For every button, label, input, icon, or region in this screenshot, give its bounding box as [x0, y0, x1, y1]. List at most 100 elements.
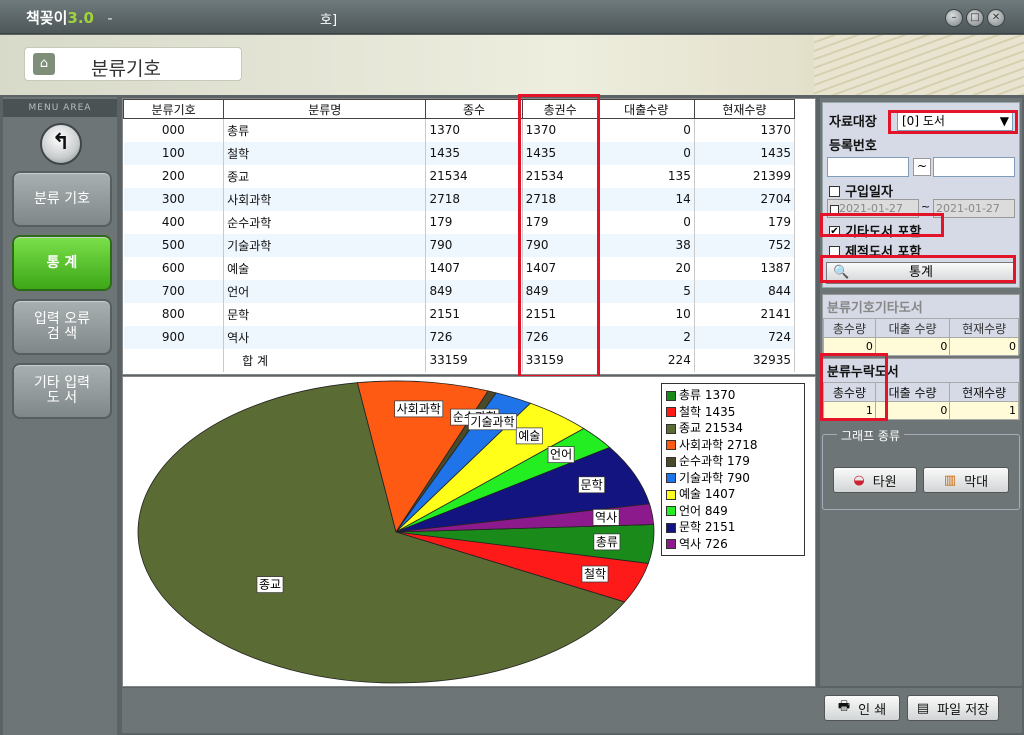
- table-cell: 2: [598, 325, 695, 349]
- maximize-icon[interactable]: □: [966, 9, 984, 27]
- window-title: 호]: [320, 13, 338, 28]
- table-cell: 300: [123, 187, 225, 211]
- save-file-button[interactable]: ▤ 파일 저장: [907, 695, 999, 721]
- table-cell: 종교: [223, 164, 427, 188]
- table-cell: 900: [123, 325, 225, 349]
- table-cell: 800: [123, 302, 225, 326]
- highlight-missing-total: [820, 353, 888, 421]
- sidebar-item-statistics[interactable]: 통 계: [12, 235, 112, 291]
- table-row[interactable]: 100 철학 1435 1435 0 1435: [123, 141, 796, 165]
- legend-label: 순수과학 179: [679, 454, 750, 468]
- table-row[interactable]: 700 언어 849 849 5 844: [123, 279, 796, 303]
- legend-item: 사회과학 2718: [666, 436, 800, 453]
- table-cell: 철학: [223, 141, 427, 165]
- date-to-field[interactable]: 2021-01-27: [933, 199, 1015, 218]
- menu-area-label: MENU AREA: [3, 99, 117, 117]
- page-title-box: ⌂ 분류기호: [24, 47, 242, 81]
- legend-label: 사회과학 2718: [679, 437, 758, 452]
- table-row[interactable]: 800 문학 2151 2151 10 2141: [123, 302, 796, 326]
- table-cell: 38: [598, 233, 695, 257]
- table-cell: 1387: [694, 256, 796, 280]
- column-header[interactable]: 분류명: [223, 99, 427, 119]
- legend-swatch: [666, 456, 676, 467]
- table-row[interactable]: 000 총류 1370 1370 0 1370: [123, 118, 796, 142]
- total-row[interactable]: 합 계 33159 33159 224 32935: [123, 348, 796, 372]
- legend-item: 순수과학 179: [666, 452, 800, 469]
- purchase-date-checkbox-row[interactable]: 구입일자: [829, 181, 893, 200]
- pie-label: 문학: [578, 476, 605, 494]
- legend-swatch: [666, 489, 676, 500]
- pie-label: 철학: [581, 565, 609, 583]
- table-cell: 기술과학: [223, 233, 427, 257]
- column-header[interactable]: 종수: [425, 99, 523, 119]
- bar-graph-button[interactable]: ▥ 막대: [923, 467, 1009, 493]
- registration-from-input[interactable]: [827, 157, 909, 177]
- column-header[interactable]: 현재수량: [693, 99, 796, 119]
- legend-swatch: [666, 539, 676, 549]
- table-cell: 0: [598, 118, 695, 142]
- table-row[interactable]: 600 예술 1407 1407 20 1387: [123, 256, 796, 280]
- svg-text:철학: 철학: [584, 567, 606, 581]
- svg-text:기술과학: 기술과학: [470, 415, 514, 429]
- table-row[interactable]: 500 기술과학 790 790 38 752: [123, 233, 796, 257]
- legend-swatch: [666, 440, 676, 450]
- table-cell: 5: [598, 279, 695, 303]
- bar-chart-icon: ▥: [943, 472, 957, 488]
- sidebar-item-classification[interactable]: 분류 기호: [12, 171, 112, 227]
- print-button[interactable]: 🖶 인 쇄: [824, 695, 900, 721]
- svg-text:사회과학: 사회과학: [397, 402, 441, 416]
- table-cell: 752: [694, 233, 796, 257]
- legend-item: 역사 726: [666, 535, 800, 552]
- column-header[interactable]: 대출수량: [597, 99, 695, 119]
- table-cell: 총류: [223, 118, 427, 142]
- chart-legend: 총류 1370 철학 1435 종교 21534 사회과학 2718 순수과학 179 기…: [661, 383, 805, 556]
- legend-label: 문학 2151: [679, 520, 736, 534]
- table-cell: 14: [598, 187, 695, 211]
- column-header[interactable]: 분류기호: [122, 99, 225, 119]
- table-body: 000 총류 1370 1370 0 1370 100 철학 1435 1435 0 1435 200 종…: [123, 118, 796, 372]
- table-cell: 1435: [425, 141, 523, 165]
- legend-swatch: [666, 423, 676, 434]
- legend-label: 기술과학 790: [679, 470, 750, 485]
- title-bar: 책꽂이3.0 - 호] – □ ✕: [0, 0, 1024, 34]
- table-cell: 179: [425, 210, 523, 234]
- sidebar-item-other-input-books[interactable]: 기타 입력 도 서: [12, 363, 112, 419]
- table-cell: 32935: [694, 348, 796, 372]
- legend-label: 총류 1370: [679, 388, 736, 402]
- close-icon[interactable]: ✕: [987, 9, 1005, 27]
- svg-text:문학: 문학: [581, 478, 603, 492]
- stats-table-area: 분류기호 분류명 종수 총권수 대출수량 현재수량 000 총류 1370 1370 0 1370 1…: [122, 98, 816, 375]
- table-header-row: 분류기호 분류명 종수 총권수 대출수량 현재수량: [122, 99, 796, 119]
- table-cell: 849: [425, 279, 523, 303]
- legend-label: 철학 1435: [679, 404, 736, 419]
- sidebar-item-input-error-search[interactable]: 입력 오류 검 색: [12, 299, 112, 355]
- document-icon: ▤: [916, 700, 930, 716]
- table-row[interactable]: 400 순수과학 179 179 0 179: [123, 210, 796, 234]
- table-cell: 0: [598, 141, 695, 165]
- highlight-etc-books: [820, 213, 944, 237]
- legend-label: 예술 1407: [679, 487, 736, 501]
- date-tilde: ~: [921, 200, 931, 213]
- table-row[interactable]: 300 사회과학 2718 2718 14 2704: [123, 187, 796, 211]
- table-row[interactable]: 900 역사 726 726 2 724: [123, 325, 796, 349]
- table-cell: 21534: [425, 164, 523, 188]
- pie-graph-button[interactable]: ◒ 타원: [833, 467, 917, 493]
- minimize-icon[interactable]: –: [945, 9, 963, 27]
- svg-text:총류: 총류: [596, 535, 618, 549]
- table-cell: 700: [123, 279, 225, 303]
- sidebar: MENU AREA ↰ 분류 기호 통 계 입력 오류 검 색 기타 입력 도 …: [3, 97, 117, 735]
- legend-item: 예술 1407: [666, 485, 800, 502]
- legend-item: 언어 849: [666, 502, 800, 519]
- purchase-date-checkbox[interactable]: [829, 186, 840, 197]
- home-icon: ⌂: [33, 53, 55, 75]
- highlight-collection-select: [888, 110, 1018, 134]
- table-row[interactable]: 200 종교 21534 21534 135 21399: [123, 164, 796, 188]
- legend-swatch: [666, 522, 676, 533]
- back-button[interactable]: ↰: [40, 123, 82, 165]
- registration-to-input[interactable]: [933, 157, 1015, 177]
- pie-label: 사회과학: [394, 400, 444, 418]
- table-cell: 200: [123, 164, 225, 188]
- legend-item: 문학 2151: [666, 518, 800, 535]
- app-title: 책꽂이3.0 -: [26, 9, 113, 27]
- table-cell: 0: [598, 210, 695, 234]
